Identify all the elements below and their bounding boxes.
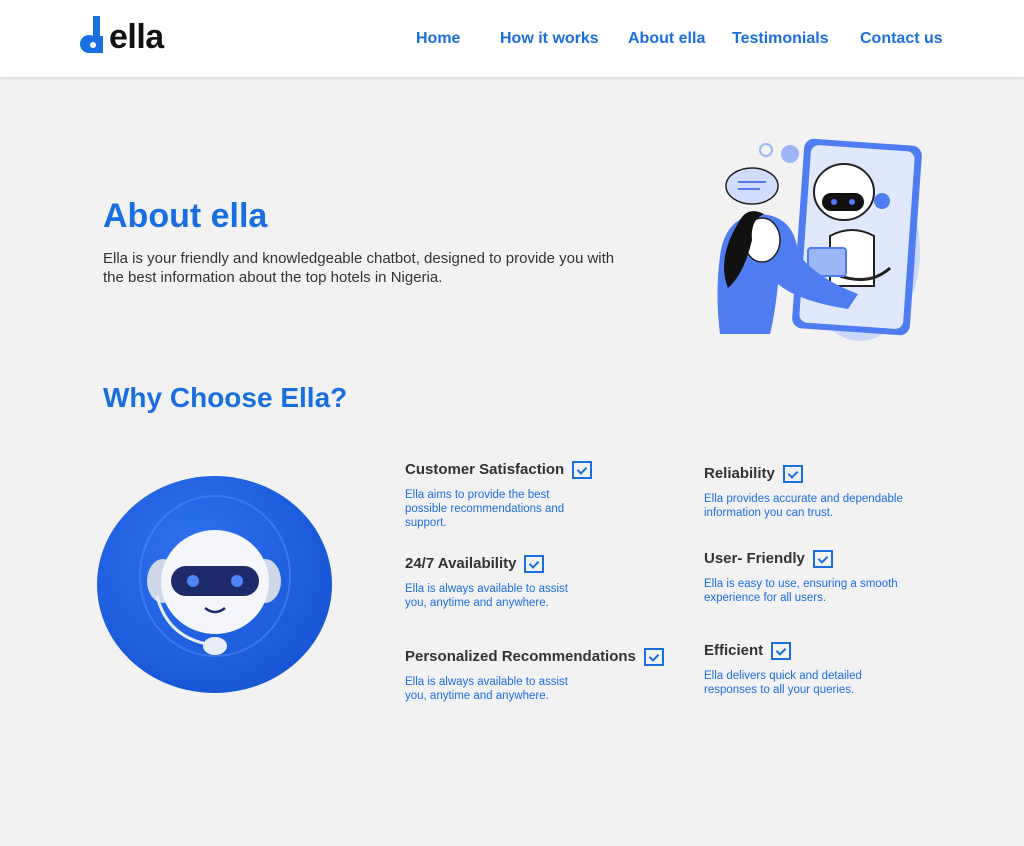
nav-about-ella[interactable]: About ella xyxy=(628,29,705,49)
about-title: About ella xyxy=(103,197,268,235)
checkbox-icon xyxy=(643,648,664,666)
feature-availability: 24/7 Availability Ella is always availab… xyxy=(405,554,665,610)
feature-desc: Ella is easy to use, ensuring a smooth e… xyxy=(704,578,898,604)
checkbox-icon xyxy=(782,465,803,483)
feature-title: Efficient xyxy=(704,642,764,659)
checkbox-icon xyxy=(572,461,593,479)
feature-desc: Ella provides accurate and dependable in… xyxy=(704,493,903,519)
feature-efficient: Efficient Ella delivers quick and detail… xyxy=(704,641,964,697)
feature-desc: Ella aims to provide the best possible r… xyxy=(405,489,565,529)
feature-customer-satisfaction: Customer Satisfaction Ella aims to provi… xyxy=(405,460,665,530)
chatbot-illustration xyxy=(710,136,930,346)
checkbox-icon xyxy=(771,642,792,660)
ella-logo[interactable]: ella xyxy=(79,14,189,56)
nav-home[interactable]: Home xyxy=(416,29,460,49)
feature-desc: Ella is always available to assist you, … xyxy=(405,583,568,609)
checkbox-icon xyxy=(524,555,545,573)
nav-testimonials[interactable]: Testimonials xyxy=(732,29,829,49)
nav-contact-us[interactable]: Contact us xyxy=(860,29,943,49)
site-header: ella Home How it works About ella Testim… xyxy=(0,0,1024,77)
feature-reliability: Reliability Ella provides accurate and d… xyxy=(704,464,964,520)
feature-title: Personalized Recommendations xyxy=(405,648,636,665)
logo-text: ella xyxy=(109,18,164,56)
feature-desc: Ella is always available to assist you, … xyxy=(405,676,568,702)
feature-user-friendly: User- Friendly Ella is easy to use, ensu… xyxy=(704,549,964,605)
feature-title: User- Friendly xyxy=(704,550,805,567)
robot-avatar-image xyxy=(97,476,332,693)
why-choose-title: Why Choose Ella? xyxy=(103,382,348,413)
about-text: Ella is your friendly and knowledgeable … xyxy=(103,250,615,286)
feature-personalized-recommendations: Personalized Recommendations Ella is alw… xyxy=(405,647,665,703)
feature-title: 24/7 Availability xyxy=(405,555,517,572)
nav-how-it-works[interactable]: How it works xyxy=(500,29,599,49)
feature-title: Reliability xyxy=(704,465,775,482)
feature-desc: Ella delivers quick and detailed respons… xyxy=(704,670,862,696)
checkbox-icon xyxy=(812,550,833,568)
feature-title: Customer Satisfaction xyxy=(405,461,565,478)
